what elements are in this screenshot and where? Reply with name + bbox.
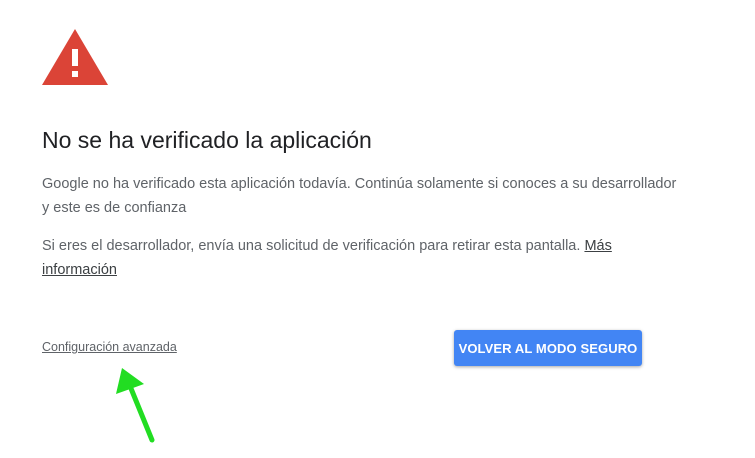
green-arrow-icon	[116, 368, 155, 443]
back-to-safety-button[interactable]: VOLVER AL MODO SEGURO	[454, 330, 642, 366]
unverified-app-page: No se ha verificado la aplicación Google…	[0, 0, 755, 458]
warning-triangle-icon	[42, 29, 108, 85]
unverified-description: Google no ha verificado esta aplicación …	[42, 176, 677, 216]
advanced-settings-link[interactable]: Configuración avanzada	[42, 340, 177, 354]
page-title: No se ha verificado la aplicación	[42, 127, 372, 153]
developer-note-text: Si eres el desarrollador, envía una soli…	[42, 238, 585, 254]
developer-note: Si eres el desarrollador, envía una soli…	[42, 234, 682, 282]
